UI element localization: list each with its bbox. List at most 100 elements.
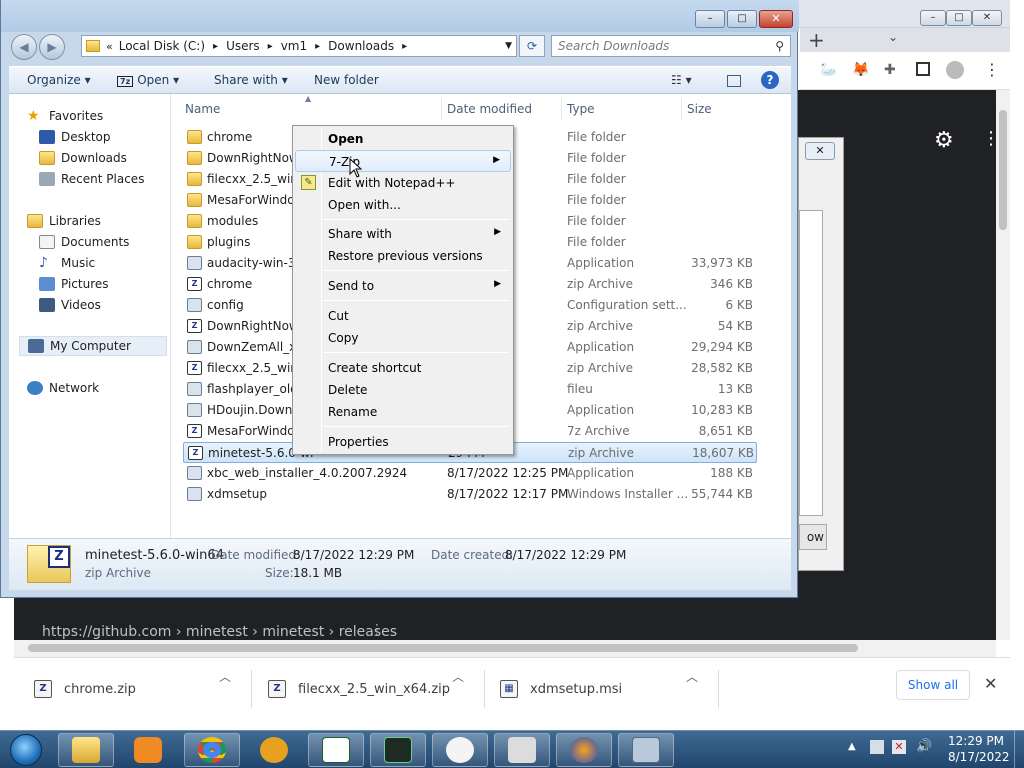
download-item[interactable]: ▦ xdmsetup.msi	[500, 672, 622, 706]
nav-recent-places[interactable]: Recent Places	[39, 169, 144, 189]
new-folder-button[interactable]: New folder	[314, 73, 379, 87]
view-options-icon[interactable]: ☷ ▾	[671, 73, 692, 87]
menu-item-open[interactable]: Open	[295, 128, 511, 150]
close-icon[interactable]: ✕	[984, 674, 997, 693]
taskbar-audacity[interactable]	[556, 733, 612, 767]
minimize-button[interactable]: –	[695, 10, 725, 28]
chevron-up-icon[interactable]: ︿	[452, 668, 464, 685]
extension-downloader-icon[interactable]: 🦊	[852, 62, 869, 78]
new-tab-button[interactable]: +	[808, 28, 825, 52]
nav-network[interactable]: Network	[27, 378, 99, 398]
show-desktop-button[interactable]	[1014, 730, 1024, 768]
file-row[interactable]: xdmsetup 8/17/2022 12:17 PM Windows Instal…	[183, 484, 757, 505]
chrome-menu-icon[interactable]: ⋮	[984, 60, 1000, 79]
taskbar-goose[interactable]	[432, 733, 488, 767]
show-all-button[interactable]: Show all	[896, 670, 970, 700]
nav-videos[interactable]: Videos	[39, 295, 101, 315]
taskbar-shenzhen-io[interactable]	[370, 733, 426, 767]
extensions-puzzle-icon[interactable]: ✚	[884, 62, 896, 78]
nav-favorites[interactable]: ★ Favorites	[27, 106, 103, 126]
nav-pictures[interactable]: Pictures	[39, 274, 109, 294]
taskbar-chrome[interactable]	[184, 733, 240, 767]
dialog-button[interactable]: ow	[799, 524, 827, 550]
menu-item-cut[interactable]: Cut	[295, 305, 511, 327]
nav-music[interactable]: ♪ Music	[39, 253, 95, 273]
taskbar-media-player[interactable]	[120, 733, 176, 767]
menu-item-edit-notepad[interactable]: ✎ Edit with Notepad++	[295, 172, 511, 194]
back-button[interactable]: ◀	[11, 34, 37, 60]
column-header-name[interactable]: Name	[185, 102, 220, 116]
chevron-up-icon[interactable]: ︿	[686, 668, 698, 685]
breadcrumb-item[interactable]: Downloads	[328, 39, 394, 53]
preview-pane-icon[interactable]	[727, 75, 741, 87]
menu-item-delete[interactable]: Delete	[295, 379, 511, 401]
breadcrumb-item[interactable]: Local Disk (C:)	[119, 39, 205, 53]
taskbar-explorer[interactable]	[58, 733, 114, 767]
address-dropdown-icon[interactable]: ▼	[505, 41, 512, 51]
menu-item-copy[interactable]: Copy	[295, 327, 511, 349]
column-header-date[interactable]: Date modified	[447, 102, 532, 116]
nav-my-computer[interactable]: My Computer	[19, 336, 167, 356]
action-center-flag-icon[interactable]: ✕	[892, 740, 906, 754]
open-button[interactable]: 7z Open ▾	[117, 73, 179, 87]
vertical-scrollbar[interactable]	[996, 90, 1010, 640]
network-icon[interactable]	[870, 740, 884, 754]
clock-time[interactable]: 12:29 PM	[948, 734, 1004, 748]
volume-icon[interactable]: 🔊	[916, 739, 932, 754]
file-size: 346 KB	[710, 277, 753, 291]
menu-item-properties[interactable]: Properties	[295, 431, 511, 453]
file-size: 6 KB	[725, 298, 753, 312]
tab-search-chevron-icon[interactable]: ⌄	[888, 30, 898, 44]
nav-libraries[interactable]: Libraries	[27, 211, 101, 231]
search-input[interactable]: Search Downloads ⚲	[551, 35, 791, 57]
start-button[interactable]	[4, 731, 48, 768]
maximize-button[interactable]: □	[727, 10, 757, 28]
close-button[interactable]: ✕	[759, 10, 793, 28]
taskbar-list-app[interactable]	[308, 733, 364, 767]
chevron-up-icon[interactable]: ︿	[219, 668, 231, 685]
extension-goose-icon[interactable]: 🦢	[820, 62, 837, 78]
show-hidden-icons-button[interactable]: ▲	[848, 741, 856, 752]
share-with-button[interactable]: Share with ▾	[214, 73, 288, 87]
address-bar[interactable]: « Local Disk (C:) ▸ Users ▸ vm1 ▸ Downlo…	[81, 35, 517, 57]
forward-button[interactable]: ▶	[39, 34, 65, 60]
download-item[interactable]: Z filecxx_2.5_win_x64.zip	[268, 672, 450, 706]
dialog-close-button[interactable]: ✕	[805, 142, 835, 160]
chrome-maximize-button[interactable]: □	[946, 10, 972, 26]
nav-documents[interactable]: Documents	[39, 232, 129, 252]
chrome-close-button[interactable]: ✕	[972, 10, 1002, 26]
taskbar-installer[interactable]	[618, 733, 674, 767]
file-type: zip Archive	[567, 319, 633, 333]
clock-date[interactable]: 8/17/2022	[948, 750, 1010, 764]
download-item[interactable]: Z chrome.zip	[34, 672, 136, 706]
download-filename: chrome.zip	[64, 681, 136, 697]
profile-avatar[interactable]	[946, 61, 964, 79]
menu-item-7zip[interactable]: 7-Zip ▶	[295, 150, 511, 172]
chrome-minimize-button[interactable]: –	[920, 10, 946, 26]
search-icon: ⚲	[775, 39, 784, 53]
column-header-size[interactable]: Size	[687, 102, 712, 116]
menu-item-send-to[interactable]: Send to ▶	[295, 275, 511, 297]
taskbar-downloader[interactable]	[246, 733, 302, 767]
breadcrumb-item[interactable]: Users	[226, 39, 260, 53]
horizontal-scrollbar[interactable]	[14, 640, 996, 657]
file-row[interactable]: xbc_web_installer_4.0.2007.2924 8/17/2022…	[183, 463, 757, 484]
menu-item-restore[interactable]: Restore previous versions	[295, 245, 511, 267]
menu-item-open-with[interactable]: Open with...	[295, 194, 511, 216]
search-result-url[interactable]: https://github.com › minetest › minetest…	[42, 624, 397, 640]
star-icon: ★	[27, 108, 40, 124]
gear-icon[interactable]: ⚙	[934, 128, 954, 153]
refresh-icon[interactable]: ⟳	[519, 35, 545, 57]
breadcrumb-item[interactable]: vm1	[281, 39, 307, 53]
result-more-icon[interactable]: ⋮	[370, 622, 384, 638]
menu-item-share-with[interactable]: Share with ▶	[295, 223, 511, 245]
help-icon[interactable]: ?	[761, 71, 779, 89]
side-panel-icon[interactable]	[916, 62, 930, 76]
nav-downloads[interactable]: Downloads	[39, 148, 127, 168]
menu-item-create-shortcut[interactable]: Create shortcut	[295, 357, 511, 379]
taskbar-hdoujin[interactable]	[494, 733, 550, 767]
menu-item-rename[interactable]: Rename	[295, 401, 511, 423]
organize-button[interactable]: Organize ▾	[27, 73, 91, 87]
nav-desktop[interactable]: Desktop	[39, 127, 111, 147]
column-header-type[interactable]: Type	[567, 102, 595, 116]
